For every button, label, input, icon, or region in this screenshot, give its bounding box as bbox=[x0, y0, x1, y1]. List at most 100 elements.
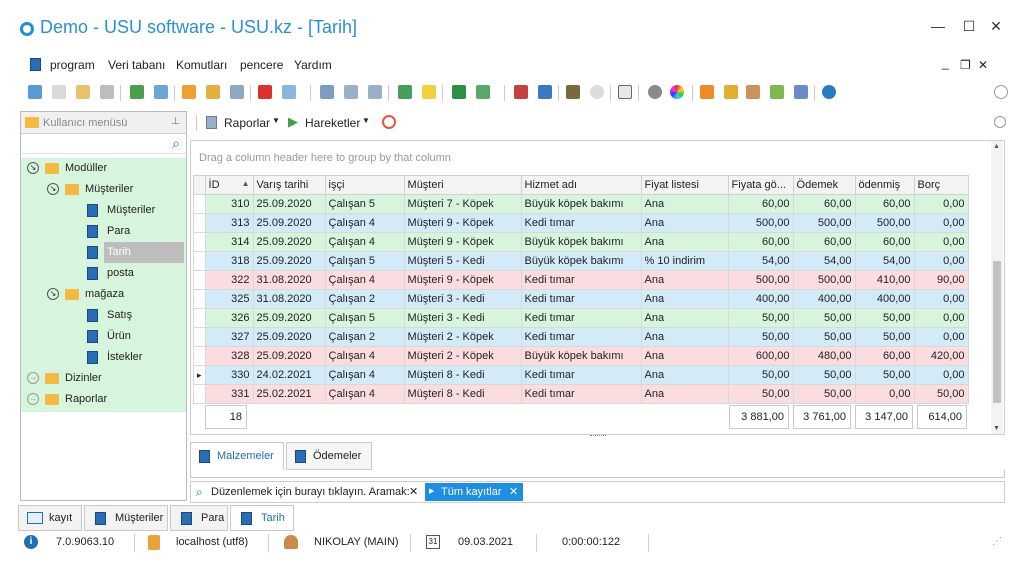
table-cell[interactable]: 500,00 bbox=[792, 213, 856, 233]
table-cell[interactable]: Ana bbox=[640, 213, 729, 233]
table-cell[interactable]: 0,00 bbox=[913, 308, 969, 328]
row-indicator[interactable] bbox=[193, 308, 206, 328]
moves-dropdown-icon[interactable]: ▼ bbox=[362, 116, 370, 125]
column-header-arrival-date[interactable]: Varış tarihi bbox=[252, 175, 326, 195]
table-cell[interactable]: 31.08.2020 bbox=[252, 289, 326, 309]
table-cell[interactable]: 310 bbox=[204, 194, 254, 214]
column-header-id[interactable]: İD ▲ bbox=[204, 175, 254, 195]
table-cell[interactable]: 25.09.2020 bbox=[252, 327, 326, 347]
table-cell[interactable]: Büyük köpek bakımı bbox=[520, 232, 642, 252]
color-wheel-icon[interactable] bbox=[670, 85, 684, 99]
scroll-down-icon[interactable]: ▼ bbox=[993, 425, 1000, 432]
mdi-close-icon[interactable]: ✕ bbox=[978, 58, 988, 72]
table-cell[interactable]: 54,00 bbox=[854, 251, 915, 271]
close-button[interactable]: ✕ bbox=[988, 18, 1004, 34]
table-cell[interactable]: Ana bbox=[640, 270, 729, 290]
table-cell[interactable]: Ana bbox=[640, 365, 729, 385]
table-cell[interactable]: 24.02.2021 bbox=[252, 365, 326, 385]
tab-payments[interactable]: Ödemeler bbox=[286, 442, 372, 470]
row-indicator[interactable] bbox=[193, 289, 206, 309]
table-cell[interactable]: Kedi tımar bbox=[520, 289, 642, 309]
remove-chip-icon[interactable]: ✕ bbox=[509, 485, 518, 498]
table-cell[interactable]: Çalışan 4 bbox=[324, 384, 405, 404]
grid-vertical-scrollbar[interactable]: ▲ ▼ bbox=[991, 141, 1003, 434]
table-row[interactable]: 327 25.09.2020 Çalışan 2 Müşteri 2 - Köpek K… bbox=[193, 327, 969, 347]
table-cell[interactable]: 500,00 bbox=[727, 270, 794, 290]
table-cell[interactable]: Kedi tımar bbox=[520, 365, 642, 385]
row-indicator[interactable] bbox=[193, 232, 206, 252]
collapse-icon[interactable] bbox=[344, 85, 358, 99]
table-cell[interactable]: Müşteri 9 - Köpek bbox=[403, 270, 522, 290]
row-indicator[interactable] bbox=[193, 270, 206, 290]
table-cell[interactable]: 0,00 bbox=[913, 232, 969, 252]
window-tab-record[interactable]: kayıt bbox=[18, 505, 82, 531]
row-indicator[interactable] bbox=[193, 384, 206, 404]
table-row[interactable]: 331 25.02.2021 Çalışan 4 Müşteri 8 - Kedi Ke… bbox=[193, 384, 969, 404]
sync-icon[interactable] bbox=[130, 85, 144, 99]
pin-icon[interactable] bbox=[794, 85, 808, 99]
user-key-icon[interactable] bbox=[746, 85, 760, 99]
table-cell[interactable]: 60,00 bbox=[727, 194, 794, 214]
lock-icon[interactable] bbox=[724, 85, 738, 99]
tab-materials[interactable]: Malzemeler bbox=[190, 442, 284, 470]
table-cell[interactable]: Ana bbox=[640, 346, 729, 366]
table-cell[interactable]: Kedi tımar bbox=[520, 270, 642, 290]
table-cell[interactable]: 50,00 bbox=[727, 384, 794, 404]
table-cell[interactable]: Çalışan 2 bbox=[324, 289, 405, 309]
table-cell[interactable]: 480,00 bbox=[792, 346, 856, 366]
table-cell[interactable]: Büyük köpek bakımı bbox=[520, 251, 642, 271]
minimize-button[interactable]: — bbox=[930, 18, 946, 34]
table-row[interactable]: 313 25.09.2020 Çalışan 4 Müşteri 9 - Köpek K… bbox=[193, 213, 969, 233]
table-cell[interactable]: 325 bbox=[204, 289, 254, 309]
table-cell[interactable]: 25.09.2020 bbox=[252, 232, 326, 252]
export-icon[interactable] bbox=[476, 85, 490, 99]
splitter-grip[interactable] bbox=[590, 435, 606, 438]
tree-item-customers-folder[interactable]: ↘ Müşteriler bbox=[21, 179, 186, 200]
filter-settings-icon[interactable] bbox=[230, 85, 244, 99]
table-cell[interactable]: 600,00 bbox=[727, 346, 794, 366]
table-cell[interactable]: Çalışan 5 bbox=[324, 308, 405, 328]
reports-button[interactable]: Raporlar bbox=[224, 116, 270, 130]
row-indicator[interactable] bbox=[193, 346, 206, 366]
clear-search-icon[interactable]: ✕ bbox=[409, 485, 418, 498]
table-cell[interactable]: 326 bbox=[204, 308, 254, 328]
filter-chip[interactable]: ▶ Tüm kayıtlar ✕ bbox=[425, 483, 523, 501]
table-row[interactable]: 322 31.08.2020 Çalışan 4 Müşteri 9 - Köpek K… bbox=[193, 270, 969, 290]
table-cell[interactable]: 50,00 bbox=[854, 365, 915, 385]
tree-item-money[interactable]: Para bbox=[21, 221, 186, 242]
table-cell[interactable]: 25.09.2020 bbox=[252, 308, 326, 328]
column-header-price-list[interactable]: Fiyat listesi bbox=[640, 175, 729, 195]
table-cell[interactable]: 410,00 bbox=[854, 270, 915, 290]
window-icon[interactable] bbox=[538, 85, 552, 99]
table-cell[interactable]: Müşteri 7 - Köpek bbox=[403, 194, 522, 214]
table-cell[interactable]: 500,00 bbox=[854, 213, 915, 233]
table-cell[interactable]: 330 bbox=[204, 365, 254, 385]
table-cell[interactable]: 25.09.2020 bbox=[252, 194, 326, 214]
table-cell[interactable]: 313 bbox=[204, 213, 254, 233]
table-cell[interactable]: 50,00 bbox=[854, 327, 915, 347]
table-cell[interactable]: 0,00 bbox=[913, 289, 969, 309]
table-cell[interactable]: 0,00 bbox=[854, 384, 915, 404]
table-cell[interactable]: Kedi tımar bbox=[520, 213, 642, 233]
table-cell[interactable]: 60,00 bbox=[854, 194, 915, 214]
table-cell[interactable]: Çalışan 5 bbox=[324, 251, 405, 271]
table-cell[interactable]: Müşteri 2 - Köpek bbox=[403, 327, 522, 347]
filter-clear-icon[interactable] bbox=[206, 85, 220, 99]
table-cell[interactable]: 60,00 bbox=[854, 232, 915, 252]
table-cell[interactable]: Müşteri 8 - Kedi bbox=[403, 384, 522, 404]
row-indicator[interactable] bbox=[193, 327, 206, 347]
row-indicator[interactable]: ▸ bbox=[193, 365, 206, 385]
menu-commands[interactable]: Komutları bbox=[176, 58, 227, 72]
table-cell[interactable]: Büyük köpek bakımı bbox=[520, 346, 642, 366]
table-cell[interactable]: 0,00 bbox=[913, 213, 969, 233]
rss-icon[interactable] bbox=[700, 85, 714, 99]
column-header-price[interactable]: Fiyata gö... bbox=[727, 175, 794, 195]
calendar-icon[interactable] bbox=[618, 85, 632, 99]
refresh-icon[interactable] bbox=[28, 85, 42, 99]
grid-toolbar-overflow-icon[interactable] bbox=[994, 116, 1006, 128]
column-header-customer[interactable]: Müşteri bbox=[403, 175, 522, 195]
column-header-service[interactable]: Hizmet adı bbox=[520, 175, 642, 195]
table-cell[interactable]: Kedi tımar bbox=[520, 384, 642, 404]
tree-item-directories[interactable]: → Dizinler bbox=[21, 368, 186, 389]
table-cell[interactable]: Kedi tımar bbox=[520, 308, 642, 328]
